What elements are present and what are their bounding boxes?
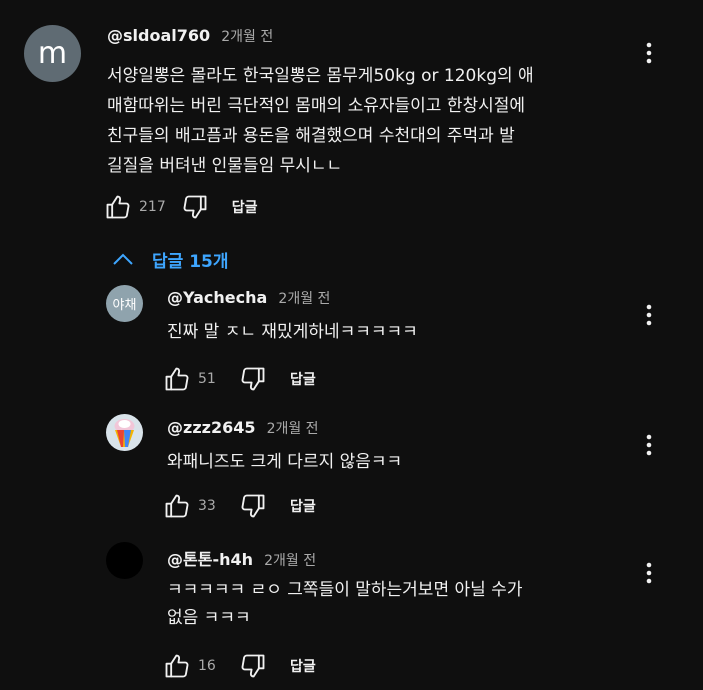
reply-comment: @zzz2645 2개월 전 와패니즈도 크게 다르지 않음ㅋㅋ 33 답글: [0, 411, 703, 531]
like-icon[interactable]: [160, 649, 194, 683]
like-icon[interactable]: [101, 190, 135, 224]
more-actions-icon[interactable]: [637, 298, 661, 332]
reply-text: ㅋㅋㅋㅋㅋ ㄹㅇ 그쪽들이 말하는거보면 아닐 수가 없음 ㅋㅋㅋ: [167, 580, 523, 628]
comment-author[interactable]: @sldoal760: [107, 26, 210, 45]
reply-header: @톤톤-h4h 2개월 전: [167, 546, 316, 570]
reply-text: 와패니즈도 크게 다르지 않음ㅋㅋ: [167, 452, 403, 472]
dislike-icon[interactable]: [236, 489, 270, 523]
reply-header: @Yachecha 2개월 전: [167, 288, 330, 308]
replies-count-label: 답글 15개: [152, 251, 229, 272]
more-actions-icon[interactable]: [637, 36, 661, 70]
like-count: 33: [198, 498, 216, 514]
reply-button[interactable]: 답글: [290, 656, 316, 676]
dislike-icon[interactable]: [236, 362, 270, 396]
reply-time[interactable]: 2개월 전: [267, 421, 319, 437]
avatar-letter: m: [37, 35, 68, 71]
like-count: 16: [198, 658, 216, 674]
avatar[interactable]: 야채: [106, 285, 143, 322]
reply-button[interactable]: 답글: [290, 496, 316, 516]
avatar[interactable]: [106, 542, 143, 579]
reply-author[interactable]: @zzz2645: [167, 418, 255, 437]
comment-header: @sldoal760 2개월 전: [107, 26, 273, 46]
reply-actions: 51 답글: [160, 362, 316, 396]
reply-actions: 16 답글: [160, 649, 316, 683]
dislike-icon[interactable]: [236, 649, 270, 683]
reply-text: 진짜 말 ㅈㄴ 재밌게하네ㅋㅋㅋㅋㅋ: [167, 322, 418, 342]
main-comment: m @sldoal760 2개월 전 서양일뽕은 몰라도 한국일뽕은 몸무게50…: [0, 0, 703, 240]
chevron-up-icon: [113, 253, 133, 265]
reply-actions: 33 답글: [160, 489, 316, 523]
dislike-icon[interactable]: [178, 190, 212, 224]
more-actions-icon[interactable]: [637, 556, 661, 590]
reply-comment: @톤톤-h4h 2개월 전 ㅋㅋㅋㅋㅋ ㄹㅇ 그쪽들이 말하는거보면 아닐 수가…: [0, 540, 703, 690]
reply-header: @zzz2645 2개월 전: [167, 418, 319, 438]
reply-author[interactable]: @톤톤-h4h: [167, 550, 253, 569]
like-count: 51: [198, 371, 216, 387]
comment-actions: 217 답글: [101, 190, 258, 224]
reply-time[interactable]: 2개월 전: [264, 553, 316, 569]
reply-button[interactable]: 답글: [232, 197, 258, 217]
replies-toggle-button[interactable]: 답글 15개: [112, 244, 229, 274]
comment-time[interactable]: 2개월 전: [221, 29, 273, 45]
like-count: 217: [139, 199, 166, 215]
reply-author[interactable]: @Yachecha: [167, 288, 267, 307]
reply-comment: 야채 @Yachecha 2개월 전 진짜 말 ㅈㄴ 재밌게하네ㅋㅋㅋㅋㅋ 51…: [0, 280, 703, 400]
avatar-text: 야채: [112, 298, 137, 313]
like-icon[interactable]: [160, 489, 194, 523]
comment-text: 서양일뽕은 몰라도 한국일뽕은 몸무게50kg or 120kg의 애 매함따위…: [107, 66, 534, 176]
reply-time[interactable]: 2개월 전: [278, 291, 330, 307]
avatar[interactable]: m: [24, 25, 81, 82]
more-actions-icon[interactable]: [637, 428, 661, 462]
avatar[interactable]: [106, 414, 143, 451]
reply-button[interactable]: 답글: [290, 369, 316, 389]
like-icon[interactable]: [160, 362, 194, 396]
ice-cream-avatar-icon: [114, 419, 135, 447]
